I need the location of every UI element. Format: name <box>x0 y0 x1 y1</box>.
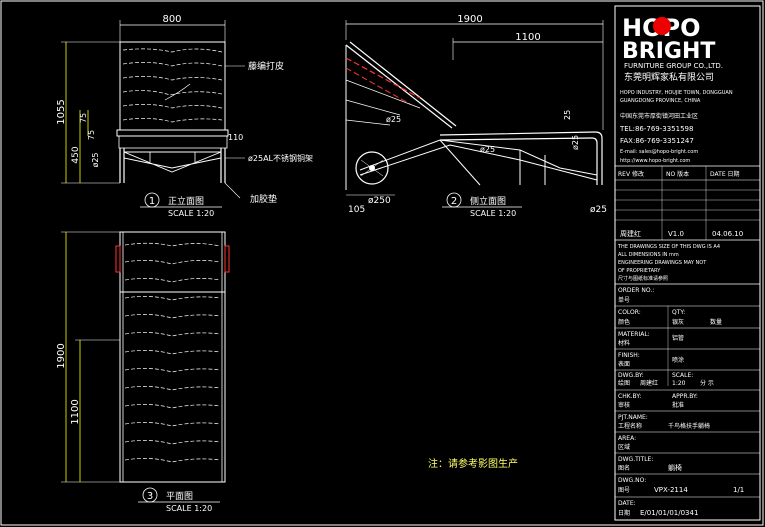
prj-label: PJT.NAME: <box>618 414 648 421</box>
rev-label: REV 修改 <box>618 170 644 178</box>
side-dim-25b: ø25 <box>480 145 495 154</box>
logo-sub: FURNITURE GROUP CO.,LTD. <box>624 62 723 70</box>
rev-date: 04.06.10 <box>712 230 743 238</box>
disclaimer-2: ALL DIMENSIONS IN mm <box>618 252 679 258</box>
front-width-dim: 800 <box>162 14 181 25</box>
plan-view-title: 平面图 <box>166 491 193 502</box>
side-dim-25c: 25 <box>563 110 572 120</box>
email: E-mail: sales@hopo-bright.com <box>620 149 698 155</box>
plan-length-dim: 1900 <box>56 343 67 368</box>
cad-drawing-canvas: 800 1055 450 75 75 ø25 110 藤编打皮 ø25AL不锈钢… <box>0 0 765 527</box>
logo-bottom: BRIGHT <box>622 39 715 64</box>
appr-label: APPR.BY: <box>672 393 698 400</box>
front-view-number: 1 <box>149 196 155 207</box>
prj-cn: 工程名称 <box>618 422 642 430</box>
appr-cn: 批准 <box>672 401 684 409</box>
plan-view-number: 3 <box>147 491 153 502</box>
qty-label: QTY: <box>672 309 685 316</box>
material-label: MATERIAL: <box>618 331 650 338</box>
disclaimer-3: ENGINEERING DRAWINGS MAY NOT <box>618 260 707 266</box>
disclaimer-4: OF PROPRIETARY <box>618 268 661 274</box>
no-label: NO 版本 <box>666 170 689 178</box>
area-cn: 区域 <box>618 443 630 451</box>
scale-cn: 分 示 <box>700 379 714 387</box>
drawing-svg: 800 1055 450 75 75 ø25 110 藤编打皮 ø25AL不锈钢… <box>0 0 764 526</box>
side-length-dim: 1900 <box>457 14 482 25</box>
color-val: 银灰 <box>672 318 684 326</box>
company-cn: 东莞明辉家私有限公司 <box>624 71 714 83</box>
chk-label: CHK.BY: <box>618 393 641 400</box>
address-en2: GUANGDONG PROVINCE, CHINA <box>620 98 701 104</box>
scale-label: SCALE: <box>672 372 693 379</box>
dwg-by-label: DWG.BY: <box>618 372 644 379</box>
color-cn: 颜色 <box>618 318 630 326</box>
side-dim-105: 105 <box>348 205 365 215</box>
rev-no: V1.0 <box>668 230 684 238</box>
title-val: 躺椅 <box>668 463 682 472</box>
title-cn: 图名 <box>618 464 630 472</box>
tel: TEL:86-769-3351598 <box>619 125 693 133</box>
front-dim-110: 110 <box>228 133 243 142</box>
callout-tube: ø25AL不锈钢铜架 <box>248 153 313 163</box>
disclaimer-1: THE DRAWINGS SIZE OF THIS DWG IS A4 <box>617 244 720 250</box>
side-dim-25d: ø25 <box>571 135 580 150</box>
side-dim-1100: 1100 <box>515 32 540 43</box>
dwg-by-cn: 绘图 <box>618 379 630 387</box>
production-note: 注：请参考影图生产 <box>428 457 518 470</box>
front-dim-450: 450 <box>71 146 81 163</box>
finish-val: 喷涂 <box>672 356 684 364</box>
date-label: DATE 日期 <box>710 170 740 178</box>
finish-cn: 表面 <box>618 360 630 368</box>
callout-pad: 加胶垫 <box>250 193 277 205</box>
side-view-number: 2 <box>451 196 457 207</box>
dwg-no-cn: 图号 <box>618 487 630 494</box>
side-wheel-dim: ø250 <box>368 196 391 206</box>
front-view: 800 1055 450 75 75 ø25 110 藤编打皮 ø25AL不锈钢… <box>56 14 313 218</box>
dwg-no-val: VPX-2114 <box>654 486 688 494</box>
front-dim-75: 75 <box>79 113 88 123</box>
front-dim-25: ø25 <box>91 152 100 167</box>
dwg-by-val: 周建红 <box>640 379 658 387</box>
side-view-title: 侧立面图 <box>470 195 506 207</box>
color-label: COLOR: <box>618 309 641 316</box>
logo-dot <box>653 17 671 35</box>
address-cn: 中国东莞市厚街镇河田工业区 <box>620 112 698 120</box>
order-label: ORDER NO.: <box>618 287 654 294</box>
finish-label: FINISH: <box>618 352 640 359</box>
side-dim-25e: ø25 <box>590 205 607 215</box>
sheet-val: 1/1 <box>733 486 744 494</box>
address-en1: HOPO INDUSTRY, HOUJIE TOWN, DONGGUAN <box>620 90 733 96</box>
rev-value: 周建红 <box>620 229 641 238</box>
prj-val: 千鸟格扶手躺椅 <box>668 422 710 430</box>
front-height-dim: 1055 <box>56 99 67 124</box>
svg-text:75: 75 <box>87 130 96 140</box>
title-block: HOPO BRIGHT FURNITURE GROUP CO.,LTD. 东莞明… <box>614 5 761 521</box>
disclaimer-5: 尺寸与图纸标准请参照 <box>618 275 668 282</box>
date-val: E/01/01/01/0341 <box>640 509 698 517</box>
plan-view: 1900 1100 3 平面图 SCALE 1:20 <box>56 231 230 513</box>
scale-val: 1:20 <box>672 380 686 387</box>
chk-cn: 审核 <box>618 401 630 409</box>
front-view-scale: SCALE 1:20 <box>168 209 214 218</box>
web: http://www.hopo-bright.com <box>620 158 690 164</box>
fax: FAX:86-769-3351247 <box>620 137 694 145</box>
title-label: DWG.TITLE: <box>618 456 653 463</box>
qty-val: 数量 <box>710 318 722 326</box>
plan-view-scale: SCALE 1:20 <box>166 504 212 513</box>
side-view-scale: SCALE 1:20 <box>470 209 516 218</box>
plan-dim-1100: 1100 <box>70 399 81 424</box>
order-cn: 单号 <box>618 296 630 304</box>
material-cn: 材料 <box>618 339 630 347</box>
front-view-title: 正立面图 <box>168 195 204 207</box>
dwg-no-label: DWG.NO: <box>618 477 646 484</box>
callout-mesh: 藤编打皮 <box>248 60 284 72</box>
area-label: AREA: <box>618 435 636 442</box>
material-val: 铝管 <box>672 334 684 342</box>
side-dim-25a: ø25 <box>386 115 401 124</box>
date-cn: 日期 <box>618 509 630 517</box>
side-view: 1900 1100 ø25 ø25 25 ø25 ø25 105 ø250 2 … <box>345 14 607 218</box>
date-label-2: DATE: <box>618 500 636 507</box>
